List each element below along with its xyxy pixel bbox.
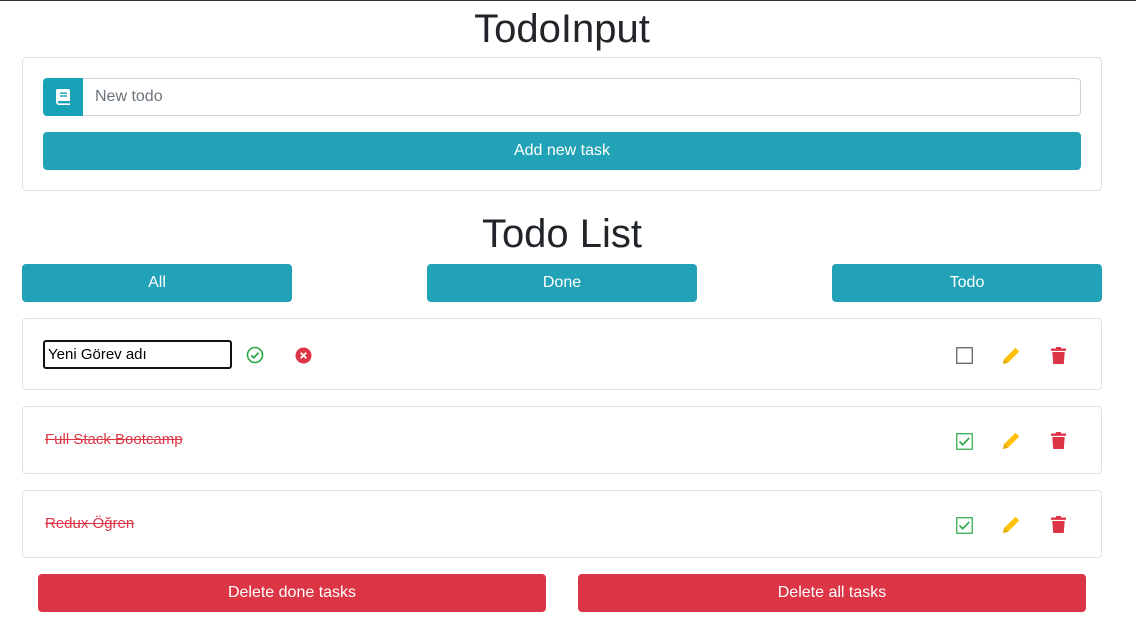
delete-all-tasks-button[interactable]: Delete all tasks xyxy=(578,574,1086,612)
filter-done-button[interactable]: Done xyxy=(427,264,697,302)
checkbox-icon[interactable] xyxy=(954,345,974,365)
todo-list-title: Todo List xyxy=(481,212,643,256)
trash-icon[interactable] xyxy=(1048,513,1068,535)
new-todo-input-group xyxy=(43,78,1081,116)
todo-text: Redux Öğren xyxy=(45,515,135,532)
todo-item: Redux Öğren xyxy=(22,490,1102,558)
todo-input-title: TodoInput xyxy=(474,7,650,51)
filter-all-button[interactable]: All xyxy=(22,264,292,302)
times-circle-icon[interactable] xyxy=(293,345,313,365)
filter-todo-button[interactable]: Todo xyxy=(832,264,1102,302)
add-task-button[interactable]: Add new task xyxy=(43,132,1081,170)
delete-done-tasks-button[interactable]: Delete done tasks xyxy=(38,574,546,612)
checkbox-checked-icon[interactable] xyxy=(954,515,974,535)
trash-icon[interactable] xyxy=(1048,344,1068,366)
check-circle-icon[interactable] xyxy=(245,345,265,365)
book-icon xyxy=(43,78,83,116)
pencil-icon[interactable] xyxy=(1000,429,1022,451)
trash-icon[interactable] xyxy=(1048,429,1068,451)
todo-item xyxy=(22,318,1102,390)
todo-edit-input[interactable] xyxy=(43,340,232,369)
todo-text: Full Stack Bootcamp xyxy=(45,431,183,448)
pencil-icon[interactable] xyxy=(1000,513,1022,535)
new-todo-input[interactable] xyxy=(83,78,1081,116)
todo-item: Full Stack Bootcamp xyxy=(22,406,1102,474)
pencil-icon[interactable] xyxy=(1000,344,1022,366)
todo-input-card: Add new task xyxy=(22,57,1102,191)
checkbox-checked-icon[interactable] xyxy=(954,431,974,451)
